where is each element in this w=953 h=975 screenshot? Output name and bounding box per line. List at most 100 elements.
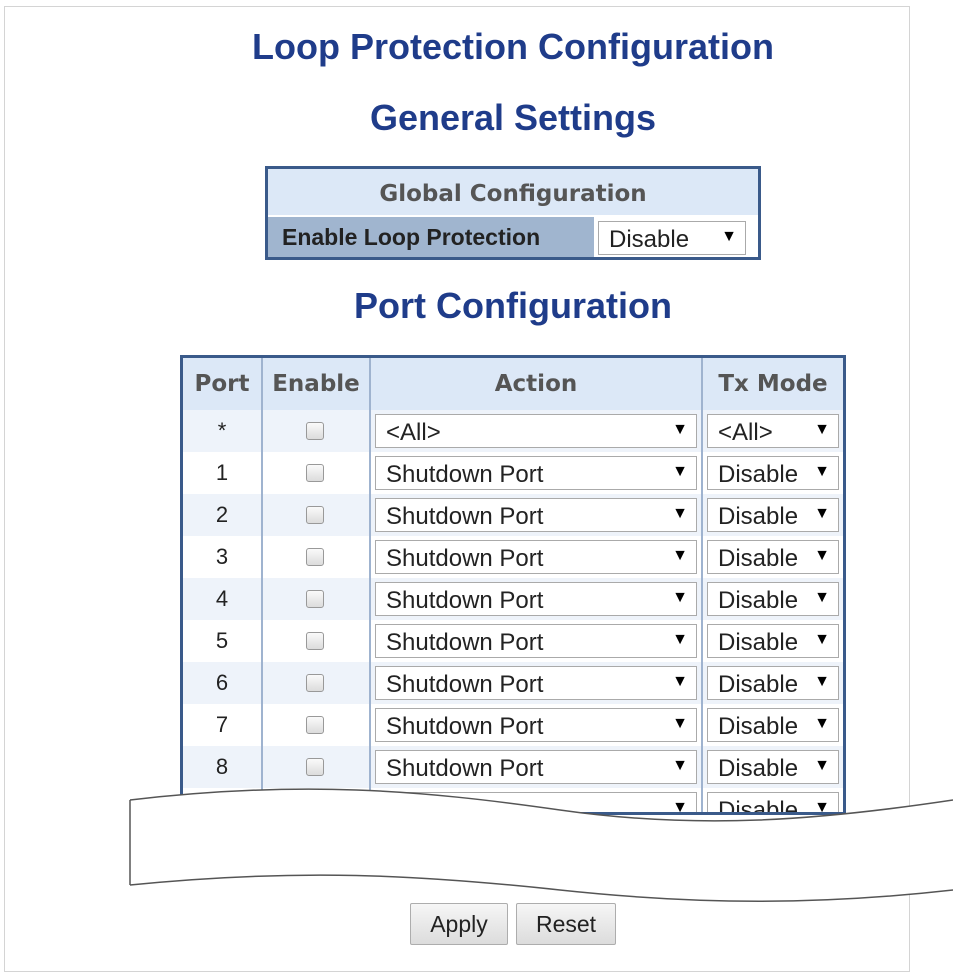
tx-mode-select[interactable]: Disable ▼ [707,750,839,784]
table-row: 5 Shutdown Port ▼ Disable ▼ [183,620,843,662]
page-title: Loop Protection Configuration [252,26,774,67]
chevron-down-icon: ▼ [814,421,830,438]
action-value: Shutdown Port [386,629,544,656]
chevron-down-icon: ▼ [721,228,737,245]
chevron-down-icon: ▼ [814,631,830,648]
action-select[interactable]: ▼ [375,792,697,815]
action-value: Shutdown Port [386,545,544,572]
port-cell: 8 [215,754,229,779]
action-value: Shutdown Port [386,461,544,488]
tx-mode-select[interactable]: <All> ▼ [707,414,839,448]
enable-checkbox[interactable] [306,716,324,734]
chevron-down-icon: ▼ [672,631,688,648]
chevron-down-icon: ▼ [814,673,830,690]
chevron-down-icon: ▼ [814,757,830,774]
table-row: * <All> ▼ <All> ▼ [183,410,843,452]
action-select[interactable]: Shutdown Port ▼ [375,624,697,658]
enable-checkbox[interactable] [306,632,324,650]
tx-mode-value: Disable [718,461,799,488]
chevron-down-icon: ▼ [814,799,830,815]
table-row: 1 Shutdown Port ▼ Disable ▼ [183,452,843,494]
enable-checkbox[interactable] [306,590,324,608]
table-row: 3 Shutdown Port ▼ Disable ▼ [183,536,843,578]
port-cell: 4 [215,586,229,611]
port-cell: 6 [215,670,229,695]
tx-mode-value: <All> [718,419,773,446]
action-value: <All> [386,419,441,446]
table-row: 4 Shutdown Port ▼ Disable ▼ [183,578,843,620]
port-cell: 2 [215,502,229,527]
action-value: Shutdown Port [386,503,544,530]
tx-mode-value: Disable [718,797,799,815]
action-value: Shutdown Port [386,671,544,698]
chevron-down-icon: ▼ [672,673,688,690]
chevron-down-icon: ▼ [672,799,688,815]
tx-mode-select[interactable]: Disable ▼ [707,540,839,574]
tx-mode-select[interactable]: Disable ▼ [707,624,839,658]
chevron-down-icon: ▼ [672,589,688,606]
chevron-down-icon: ▼ [672,463,688,480]
table-row: 7 Shutdown Port ▼ Disable ▼ [183,704,843,746]
tx-mode-select[interactable]: Disable ▼ [707,498,839,532]
enable-checkbox[interactable] [306,800,324,812]
chevron-down-icon: ▼ [814,715,830,732]
tx-mode-select[interactable]: Disable ▼ [707,792,839,815]
action-value: Shutdown Port [386,755,544,782]
action-value: Shutdown Port [386,587,544,614]
action-value: Shutdown Port [386,713,544,740]
action-select[interactable]: Shutdown Port ▼ [375,456,697,490]
tx-mode-value: Disable [718,671,799,698]
port-cell: 7 [215,712,229,737]
tx-mode-select[interactable]: Disable ▼ [707,666,839,700]
table-row: ▼ Disable ▼ [183,788,843,815]
tx-mode-value: Disable [718,755,799,782]
chevron-down-icon: ▼ [672,505,688,522]
chevron-down-icon: ▼ [672,757,688,774]
action-select[interactable]: Shutdown Port ▼ [375,498,697,532]
enable-checkbox[interactable] [306,464,324,482]
port-cell: 1 [215,460,229,485]
chevron-down-icon: ▼ [814,589,830,606]
column-divider [701,358,703,812]
global-config-table: Global Configuration Enable Loop Protect… [265,166,761,260]
action-select[interactable]: Shutdown Port ▼ [375,666,697,700]
port-config-table: Port Enable Action Tx Mode * <All> ▼ <All> ▼… [180,355,846,815]
enable-checkbox[interactable] [306,548,324,566]
chevron-down-icon: ▼ [814,463,830,480]
enable-loop-protection-label: Enable Loop Protection [268,217,594,257]
action-select[interactable]: Shutdown Port ▼ [375,750,697,784]
enable-checkbox[interactable] [306,674,324,692]
tx-mode-value: Disable [718,545,799,572]
general-settings-title: General Settings [369,97,657,138]
action-select[interactable]: Shutdown Port ▼ [375,540,697,574]
enable-checkbox[interactable] [306,422,324,440]
tx-mode-value: Disable [718,713,799,740]
chevron-down-icon: ▼ [672,715,688,732]
global-config-header: Global Configuration [268,169,758,215]
chevron-down-icon: ▼ [814,547,830,564]
table-row: 6 Shutdown Port ▼ Disable ▼ [183,662,843,704]
chevron-down-icon: ▼ [814,505,830,522]
tx-mode-select[interactable]: Disable ▼ [707,582,839,616]
col-header-tx-mode: Tx Mode [703,358,843,410]
chevron-down-icon: ▼ [672,547,688,564]
action-select[interactable]: Shutdown Port ▼ [375,582,697,616]
tx-mode-select[interactable]: Disable ▼ [707,708,839,742]
tx-mode-select[interactable]: Disable ▼ [707,456,839,490]
column-divider [261,358,263,812]
col-header-port: Port [183,358,261,410]
tx-mode-value: Disable [718,629,799,656]
reset-button[interactable]: Reset [516,903,616,945]
port-config-title: Port Configuration [354,285,672,326]
action-select[interactable]: Shutdown Port ▼ [375,708,697,742]
column-divider [369,358,371,812]
col-header-enable: Enable [263,358,369,410]
enable-checkbox[interactable] [306,758,324,776]
chevron-down-icon: ▼ [672,421,688,438]
port-cell: 3 [215,544,229,569]
enable-checkbox[interactable] [306,506,324,524]
enable-loop-protection-select[interactable]: Disable ▼ [598,221,746,255]
table-row: 8 Shutdown Port ▼ Disable ▼ [183,746,843,788]
apply-button[interactable]: Apply [410,903,508,945]
action-select[interactable]: <All> ▼ [375,414,697,448]
